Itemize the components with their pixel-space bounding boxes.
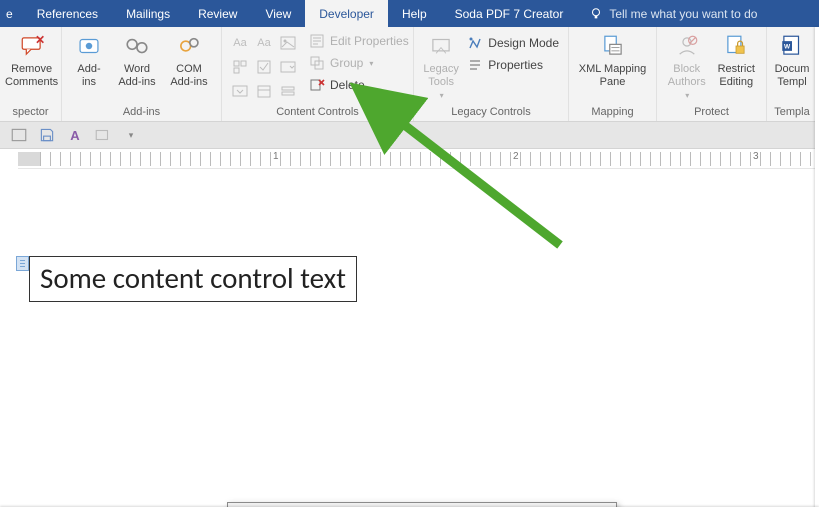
chevron-down-icon[interactable]: ▾ <box>122 126 140 144</box>
xml-mapping-icon <box>599 32 627 60</box>
restrict-editing-icon <box>722 32 750 60</box>
cc-richtext-icon[interactable]: Aa <box>229 32 251 54</box>
content-control-gallery: Aa Aa <box>227 30 305 102</box>
tell-me-search[interactable]: Tell me what you want to do <box>577 0 769 27</box>
group-button[interactable]: Group ▾ <box>305 54 413 72</box>
qb-icon-4[interactable] <box>94 126 112 144</box>
remove-comments-label: Remove Comments <box>5 63 58 88</box>
com-addins-label: COM Add-ins <box>170 63 207 88</box>
ruler-mark-3: 3 <box>753 151 759 162</box>
group-legacy-label: Legacy Controls <box>414 106 568 121</box>
group-addins-label: Add-ins <box>62 106 221 121</box>
cc-combobox-icon[interactable] <box>277 56 299 78</box>
com-addins-button[interactable]: COM Add-ins <box>163 30 215 88</box>
addins-icon <box>75 32 103 60</box>
tab-references[interactable]: References <box>23 0 112 27</box>
tab-review[interactable]: Review <box>184 0 251 27</box>
cc-repeating-icon[interactable] <box>277 80 299 102</box>
restrict-editing-button[interactable]: Restrict Editing <box>712 30 762 88</box>
chevron-down-icon: ▾ <box>685 91 689 100</box>
document-template-button[interactable]: W Docum Templ <box>772 30 812 88</box>
qb-save-icon[interactable] <box>38 126 56 144</box>
edit-properties-label: Edit Properties <box>330 34 409 48</box>
lightbulb-icon <box>589 7 603 21</box>
block-authors-label: Block Authors <box>668 63 706 88</box>
qb-font-icon[interactable]: A <box>66 126 84 144</box>
quick-access-bar: A ▾ <box>0 122 819 149</box>
remove-comments-button[interactable]: Remove Comments <box>5 30 58 88</box>
block-authors-icon <box>673 32 701 60</box>
chevron-down-icon: ▾ <box>369 59 373 68</box>
document-template-icon: W <box>778 32 806 60</box>
properties-button[interactable]: Properties <box>463 56 563 74</box>
svg-text:W: W <box>784 43 791 50</box>
document-template-label: Docum Templ <box>775 63 810 88</box>
cc-datepicker-icon[interactable] <box>253 80 275 102</box>
ribbon-tabs: e References Mailings Review View Develo… <box>0 0 819 27</box>
content-control-text[interactable]: Some content control text <box>29 256 357 302</box>
addins-label: Add- ins <box>77 63 100 88</box>
xml-mapping-label: XML Mapping Pane <box>579 63 646 88</box>
ruler-mark-1: 1 <box>273 151 279 162</box>
cc-picture-icon[interactable] <box>277 32 299 54</box>
tab-developer[interactable]: Developer <box>305 0 388 27</box>
properties-list-icon <box>467 57 483 73</box>
group-icon <box>309 55 325 71</box>
design-mode-button[interactable]: Design Mode <box>463 34 563 52</box>
word-addins-icon <box>123 32 151 60</box>
edit-properties-button[interactable]: Edit Properties <box>305 32 413 50</box>
ruler-mark-2: 2 <box>513 151 519 162</box>
tab-partial[interactable]: e <box>0 0 23 27</box>
qb-icon-1[interactable] <box>10 126 28 144</box>
block-authors-button[interactable]: Block Authors ▾ <box>662 30 712 100</box>
restrict-editing-label: Restrict Editing <box>718 63 755 88</box>
properties-icon <box>309 33 325 49</box>
content-control-handle[interactable] <box>16 256 29 271</box>
xml-mapping-button[interactable]: XML Mapping Pane <box>574 30 651 88</box>
document-page[interactable]: Some content control text CONTAINS CONTE… <box>0 169 819 511</box>
tab-mailings[interactable]: Mailings <box>112 0 184 27</box>
cc-plaintext-icon[interactable]: Aa <box>253 32 275 54</box>
legacy-tools-label: Legacy Tools <box>423 63 458 88</box>
cc-checkbox-icon[interactable] <box>253 56 275 78</box>
design-mode-icon <box>467 35 483 51</box>
legacy-tools-icon <box>427 32 455 60</box>
properties-label: Properties <box>488 58 543 72</box>
word-window: e References Mailings Review View Develo… <box>0 0 819 511</box>
group-content-controls-label: Content Controls <box>222 106 413 121</box>
ribbon: Remove Comments spector Add- ins Word Ad… <box>0 27 819 122</box>
legacy-tools-button[interactable]: Legacy Tools ▾ <box>419 30 463 100</box>
tab-view[interactable]: View <box>251 0 305 27</box>
group-protect-label: Protect <box>657 106 766 121</box>
tab-soda-pdf[interactable]: Soda PDF 7 Creator <box>441 0 578 27</box>
word-addins-label: Word Add-ins <box>118 63 155 88</box>
cc-buildingblock-icon[interactable] <box>229 56 251 78</box>
group-code-label: spector <box>0 106 61 121</box>
word-addins-button[interactable]: Word Add-ins <box>111 30 163 88</box>
delete-label: Delete <box>330 78 365 92</box>
tab-help[interactable]: Help <box>388 0 441 27</box>
delete-button[interactable]: Delete <box>305 76 413 94</box>
delete-icon <box>309 77 325 93</box>
cc-dropdown-icon[interactable] <box>229 80 251 102</box>
group-templates-label: Templa <box>767 106 817 121</box>
addins-button[interactable]: Add- ins <box>67 30 111 88</box>
remove-comments-icon <box>18 32 46 60</box>
group-label: Group <box>330 56 363 70</box>
horizontal-ruler[interactable]: 1 2 3 <box>18 149 819 169</box>
group-mapping-label: Mapping <box>569 106 656 121</box>
chevron-down-icon: ▾ <box>440 91 444 100</box>
design-mode-label: Design Mode <box>488 36 559 50</box>
com-addins-icon <box>175 32 203 60</box>
tell-me-label: Tell me what you want to do <box>609 7 757 21</box>
